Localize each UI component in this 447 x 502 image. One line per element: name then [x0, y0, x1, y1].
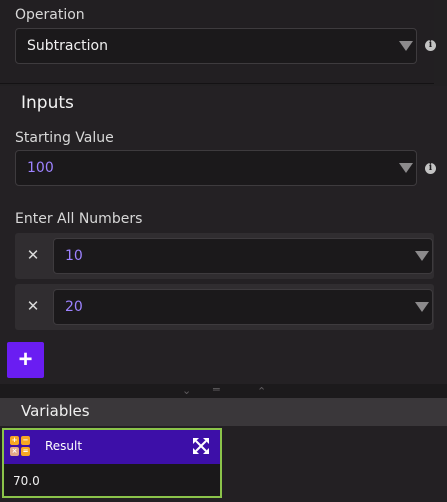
dropdown-caret-icon[interactable] [399, 163, 413, 173]
number-value: 20 [65, 299, 83, 315]
drag-handle-icon[interactable]: ═ [213, 384, 220, 395]
number-select[interactable]: 10 [53, 238, 433, 274]
operation-section: Operation Subtraction i [0, 0, 436, 84]
variables-title: Variables [21, 402, 90, 420]
operation-label: Operation [15, 7, 85, 23]
dropdown-caret-icon[interactable] [399, 41, 413, 51]
app-root: Operation Subtraction i Inputs Starting … [0, 0, 447, 502]
info-icon[interactable]: i [425, 40, 436, 51]
inputs-title: Inputs [21, 93, 74, 113]
inputs-section: Inputs Starting Value 100 i Enter All Nu… [0, 86, 447, 384]
starting-value-select[interactable]: 100 [15, 150, 417, 186]
number-value: 10 [65, 248, 83, 264]
expand-icon[interactable] [193, 438, 209, 454]
variable-card[interactable]: + − × = Result 70.0 [2, 428, 222, 498]
operation-value: Subtraction [27, 38, 108, 54]
variable-value: 70.0 [13, 474, 40, 488]
operation-select[interactable]: Subtraction [15, 28, 417, 64]
enter-numbers-label: Enter All Numbers [15, 211, 143, 227]
variables-header: Variables [0, 398, 447, 426]
calculator-icon: + − × = [10, 436, 30, 456]
panel-resize-handle[interactable]: ⌄ ═ ⌃ [0, 384, 447, 398]
add-number-button[interactable]: + [7, 342, 44, 378]
variable-name: Result [45, 439, 83, 453]
variable-card-header: + − × = Result [4, 430, 220, 464]
variables-panel: + − × = Result 70.0 [0, 426, 447, 502]
starting-value: 100 [27, 160, 54, 176]
number-select[interactable]: 20 [53, 289, 433, 325]
dropdown-caret-icon[interactable] [415, 302, 429, 312]
remove-number-button[interactable]: ✕ [24, 297, 42, 315]
number-row: ✕ 10 [15, 233, 434, 279]
number-row: ✕ 20 [15, 284, 434, 330]
starting-value-label: Starting Value [15, 130, 114, 146]
collapse-chevron-icon[interactable]: ⌄ [182, 385, 191, 396]
remove-number-button[interactable]: ✕ [24, 246, 42, 264]
info-icon[interactable]: i [425, 163, 436, 174]
dropdown-caret-icon[interactable] [415, 251, 429, 261]
expand-chevron-icon[interactable]: ⌃ [257, 386, 266, 397]
